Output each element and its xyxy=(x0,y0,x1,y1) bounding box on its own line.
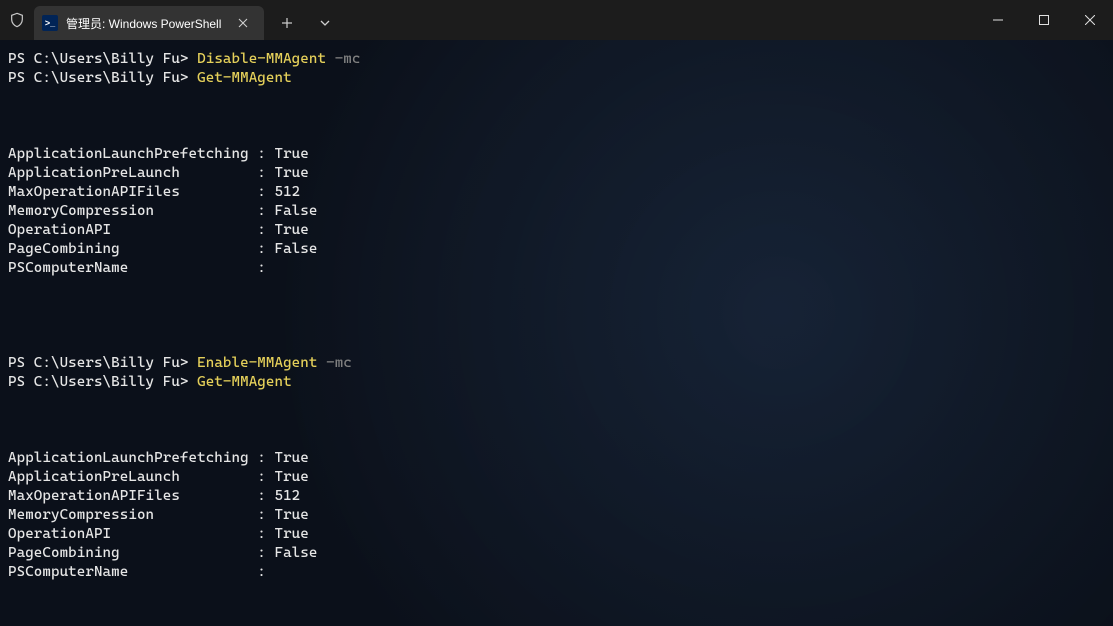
maximize-button[interactable] xyxy=(1021,0,1067,40)
output-line: ApplicationPreLaunch : True xyxy=(8,164,1105,183)
output-line: PageCombining : False xyxy=(8,240,1105,259)
cmdlet: Disable-MMAgent xyxy=(197,51,326,67)
output-line: ApplicationLaunchPrefetching : True xyxy=(8,449,1105,468)
terminal-output[interactable]: PS C:\Users\Billy Fu> Disable-MMAgent -m… xyxy=(0,40,1113,626)
powershell-icon: >_ xyxy=(42,15,58,31)
cmdlet: Enable-MMAgent xyxy=(197,355,317,371)
tab-title: 管理员: Windows PowerShell xyxy=(66,15,221,32)
output-line: ApplicationLaunchPrefetching : True xyxy=(8,145,1105,164)
output-line: MaxOperationAPIFiles : 512 xyxy=(8,183,1105,202)
cmdlet: Get-MMAgent xyxy=(197,70,292,86)
prompt: PS C:\Users\Billy Fu> xyxy=(8,374,197,390)
titlebar-drag-area[interactable] xyxy=(348,0,975,40)
tab-powershell[interactable]: >_ 管理员: Windows PowerShell xyxy=(34,6,264,40)
cmd-arg: -mc xyxy=(326,355,352,371)
tab-dropdown-button[interactable] xyxy=(308,8,342,38)
output-line: MaxOperationAPIFiles : 512 xyxy=(8,487,1105,506)
output-line: MemoryCompression : False xyxy=(8,202,1105,221)
output-line: OperationAPI : True xyxy=(8,525,1105,544)
tab-actions xyxy=(264,0,348,40)
close-window-button[interactable] xyxy=(1067,0,1113,40)
output-line: PSComputerName : xyxy=(8,259,1105,278)
output-line: ApplicationPreLaunch : True xyxy=(8,468,1105,487)
output-line: PSComputerName : xyxy=(8,563,1105,582)
output-line: OperationAPI : True xyxy=(8,221,1105,240)
prompt: PS C:\Users\Billy Fu> xyxy=(8,355,197,371)
new-tab-button[interactable] xyxy=(270,8,304,38)
minimize-button[interactable] xyxy=(975,0,1021,40)
prompt: PS C:\Users\Billy Fu> xyxy=(8,51,197,67)
cmdlet: Get-MMAgent xyxy=(197,374,292,390)
output-line: MemoryCompression : True xyxy=(8,506,1105,525)
prompt: PS C:\Users\Billy Fu> xyxy=(8,70,197,86)
close-tab-button[interactable] xyxy=(232,12,254,34)
shield-icon xyxy=(0,0,34,40)
titlebar: >_ 管理员: Windows PowerShell xyxy=(0,0,1113,40)
window-controls xyxy=(975,0,1113,40)
cmd-arg: -mc xyxy=(335,51,361,67)
output-line: PageCombining : False xyxy=(8,544,1105,563)
